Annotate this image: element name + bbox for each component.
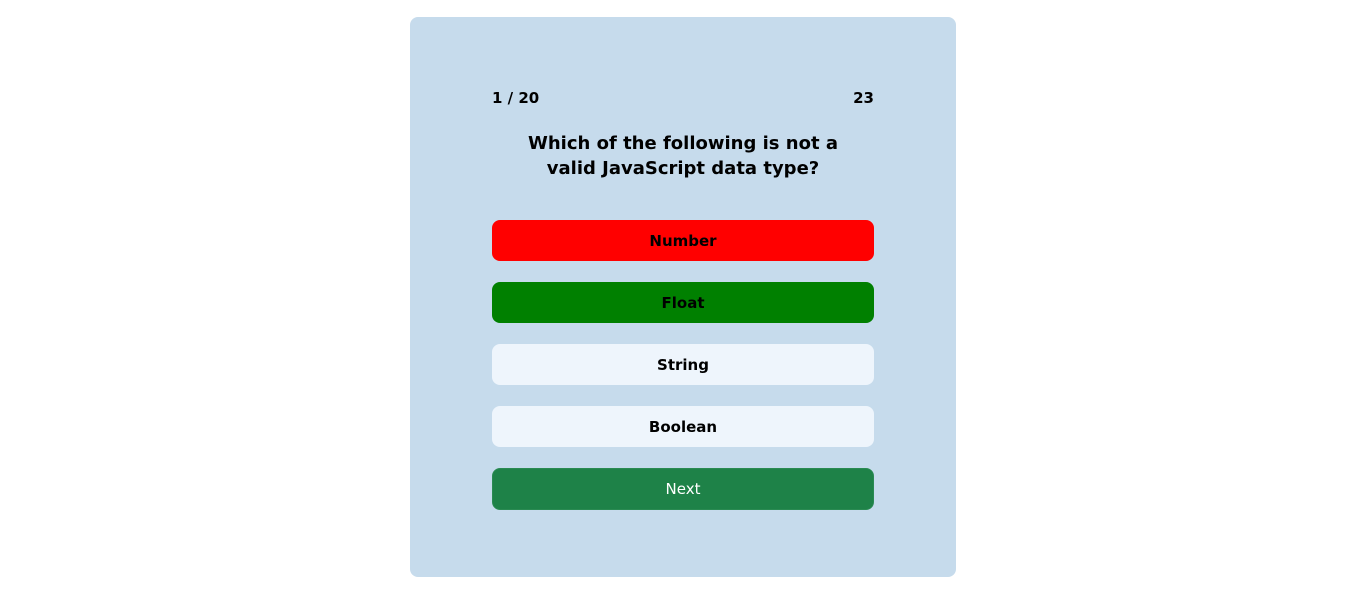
option-label: String bbox=[657, 355, 709, 374]
option-label: Number bbox=[649, 231, 717, 250]
quiz-content: 1 / 20 23 Which of the following is not … bbox=[492, 89, 874, 510]
option-string[interactable]: String bbox=[492, 344, 874, 385]
question-progress: 1 / 20 bbox=[492, 89, 540, 107]
next-button-label: Next bbox=[665, 480, 701, 498]
option-label: Boolean bbox=[648, 417, 718, 436]
next-button[interactable]: Next bbox=[492, 468, 874, 510]
question-text: Which of the following is not a valid Ja… bbox=[528, 133, 838, 179]
quiz-card: 1 / 20 23 Which of the following is not … bbox=[410, 17, 956, 577]
timer: 23 bbox=[853, 89, 874, 107]
answer-options: Number Float String Boolean bbox=[492, 220, 874, 447]
option-float[interactable]: Float bbox=[492, 282, 874, 323]
option-number[interactable]: Number bbox=[492, 220, 874, 261]
quiz-header: 1 / 20 23 bbox=[492, 89, 874, 107]
option-boolean[interactable]: Boolean bbox=[492, 406, 874, 447]
option-label: Float bbox=[661, 293, 705, 312]
